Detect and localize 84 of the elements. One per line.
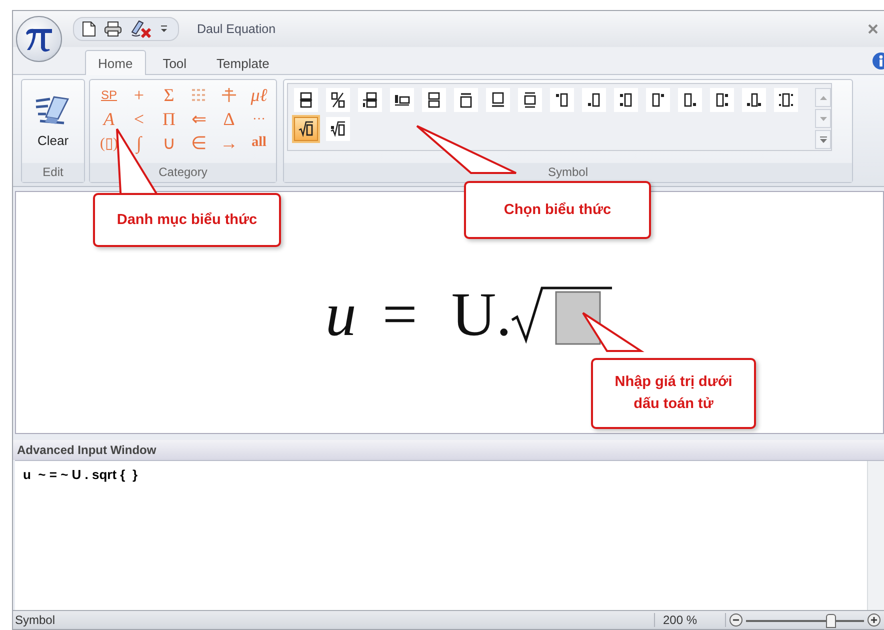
template-button[interactable] (454, 88, 478, 112)
callout-label: Chọn biểu thức (464, 181, 651, 239)
new-document-icon[interactable] (82, 20, 96, 37)
template-button[interactable] (774, 88, 798, 112)
template-icon (426, 92, 442, 108)
template-button[interactable] (294, 117, 318, 142)
template-button[interactable] (678, 88, 702, 112)
category-button[interactable]: + (126, 84, 152, 106)
template-icon (394, 92, 410, 108)
equation-operator: = (382, 280, 418, 351)
category-button[interactable]: Π (156, 108, 182, 130)
zoom-in-icon[interactable] (867, 613, 881, 628)
template-button[interactable] (390, 88, 414, 112)
category-button[interactable]: ··· (246, 108, 272, 130)
callout-pointer (582, 312, 644, 352)
template-button[interactable] (550, 88, 574, 112)
template-button[interactable] (326, 88, 350, 112)
template-button[interactable] (422, 88, 446, 112)
zoom-percent: 200 % (654, 613, 726, 628)
template-button[interactable] (294, 88, 318, 112)
customize-dropdown-icon[interactable] (160, 24, 168, 34)
down-arrow-icon (820, 116, 826, 121)
pi-logo-icon[interactable] (16, 16, 62, 62)
template-button[interactable] (326, 117, 350, 142)
up-arrow-icon (820, 96, 826, 100)
window-title: Daul Equation (197, 22, 276, 36)
category-button[interactable]: Σ (156, 84, 182, 106)
template-button[interactable] (518, 88, 542, 112)
callout-label: Nhập giá trị dưới dấu toán tử (591, 358, 756, 429)
template-icon (298, 121, 314, 138)
ribbon-tab[interactable]: Tool (150, 50, 200, 76)
category-button[interactable]: ⇐ (186, 108, 212, 130)
eraser-delete-icon[interactable] (130, 20, 152, 38)
template-icon (298, 92, 314, 108)
template-button[interactable] (742, 88, 766, 112)
equation-term: U. (451, 280, 512, 351)
template-icon (330, 92, 346, 108)
ribbon-tab[interactable]: Home (85, 50, 146, 76)
close-icon[interactable] (868, 24, 878, 34)
zoom-out-icon[interactable] (729, 613, 743, 628)
template-icon (682, 92, 698, 108)
template-icon (714, 92, 730, 108)
template-button[interactable] (710, 88, 734, 112)
template-icon (490, 92, 506, 108)
template-icon (746, 92, 762, 108)
template-icon (362, 92, 378, 108)
group-label: Symbol (284, 162, 852, 182)
template-button[interactable] (358, 88, 382, 112)
printer-icon[interactable] (104, 20, 122, 37)
input-field[interactable]: u ~ = ~ U . sqrt { } (15, 461, 867, 610)
category-button[interactable]: → (216, 132, 242, 154)
group-label: Edit (22, 162, 84, 182)
status-text: Symbol (15, 613, 56, 628)
more-icon (820, 136, 826, 144)
template-icon (458, 92, 474, 108)
panel-title: Advanced Input Window (13, 440, 884, 460)
template-button[interactable] (614, 88, 638, 112)
eraser-icon (34, 95, 72, 127)
category-button[interactable]: ∫ (126, 132, 152, 154)
category-button[interactable]: all (246, 132, 272, 154)
gallery-more-button[interactable] (815, 130, 831, 150)
template-icon (778, 92, 794, 108)
category-button[interactable]: SP (96, 84, 122, 106)
category-button[interactable]: ∈ (186, 132, 212, 154)
template-icon (330, 121, 346, 138)
template-button[interactable] (582, 88, 606, 112)
category-button[interactable]: μℓ (246, 84, 272, 106)
template-icon (522, 92, 538, 108)
template-icon (586, 92, 602, 108)
scrollbar[interactable] (867, 461, 884, 610)
category-button[interactable]: ∪ (156, 132, 182, 154)
category-button[interactable]: Δ (216, 108, 242, 130)
clear-button[interactable]: Clear (22, 80, 84, 163)
category-button[interactable]: A (96, 108, 122, 130)
symbol-category-icon (221, 87, 237, 104)
template-icon (650, 92, 666, 108)
template-icon (554, 92, 570, 108)
symbol-category-icon (191, 87, 207, 104)
template-icon (618, 92, 634, 108)
template-button[interactable] (486, 88, 510, 112)
category-button[interactable]: < (126, 108, 152, 130)
template-button[interactable] (646, 88, 670, 112)
ribbon-tab[interactable]: Template (204, 50, 282, 76)
equation-variable: u (325, 280, 356, 351)
